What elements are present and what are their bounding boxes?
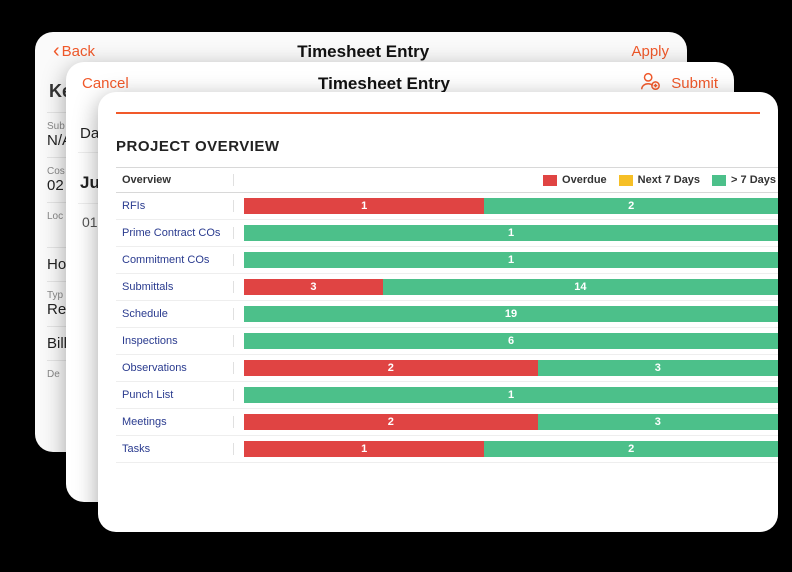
table-header: Overview Overdue Next 7 Days > 7 Days <box>116 167 778 193</box>
chart-legend: Overdue Next 7 Days > 7 Days <box>234 174 778 186</box>
back-button[interactable]: ‹ Back <box>53 40 95 63</box>
bar-container: 1 <box>234 251 778 269</box>
table-row: Observations23 <box>116 355 778 382</box>
bar-container: 6 <box>234 332 778 350</box>
bar-overdue: 1 <box>244 198 484 214</box>
table-row: Commitment COs 1 <box>116 247 778 274</box>
table-body: RFIs12Prime Contract COs1Commitment COs1… <box>116 193 778 463</box>
legend-overdue: Overdue <box>543 174 607 186</box>
category-link[interactable]: Submittals <box>116 281 234 293</box>
project-overview-card: PROJECT OVERVIEW Overview Overdue Next 7… <box>98 92 778 532</box>
table-row: Prime Contract COs 1 <box>116 220 778 247</box>
table-row: Punch List 1 <box>116 382 778 409</box>
bar-gt7: 2 <box>484 198 778 214</box>
bar-gt7: 1 <box>244 252 778 268</box>
cancel-button[interactable]: Cancel <box>82 75 129 92</box>
page-title: Timesheet Entry <box>318 74 450 94</box>
swatch-next7-icon <box>619 175 633 186</box>
bar-overdue: 2 <box>244 360 538 376</box>
page-title: Timesheet Entry <box>297 42 429 62</box>
bar-container: 23 <box>234 359 778 377</box>
submit-button[interactable]: Submit <box>671 75 718 92</box>
bar-container: 314 <box>234 278 778 296</box>
bar-gt7: 2 <box>484 441 778 457</box>
category-link[interactable]: Punch List <box>116 389 234 401</box>
swatch-overdue-icon <box>543 175 557 186</box>
table-row: RFIs12 <box>116 193 778 220</box>
legend-gt7: > 7 Days <box>712 174 776 186</box>
bar-gt7: 1 <box>244 225 778 241</box>
bar-gt7: 3 <box>538 360 778 376</box>
bar-gt7: 6 <box>244 333 778 349</box>
bar-container: 19 <box>234 305 778 323</box>
table-row: Inspections 6 <box>116 328 778 355</box>
category-link[interactable]: Inspections <box>116 335 234 347</box>
category-link[interactable]: Tasks <box>116 443 234 455</box>
bar-container: 23 <box>234 413 778 431</box>
bar-overdue: 1 <box>244 441 484 457</box>
category-link[interactable]: Prime Contract COs <box>116 227 234 239</box>
overview-table: Overview Overdue Next 7 Days > 7 Days RF… <box>116 167 778 463</box>
bar-overdue: 3 <box>244 279 383 295</box>
bar-overdue: 2 <box>244 414 538 430</box>
table-row: Schedule 19 <box>116 301 778 328</box>
apply-button[interactable]: Apply <box>631 43 669 60</box>
column-overview: Overview <box>116 174 234 186</box>
bar-container: 1 <box>234 386 778 404</box>
bar-container: 12 <box>234 440 778 458</box>
bar-gt7: 19 <box>244 306 778 322</box>
legend-next7: Next 7 Days <box>619 174 700 186</box>
category-link[interactable]: RFIs <box>116 200 234 212</box>
chevron-left-icon: ‹ <box>53 40 60 63</box>
bar-gt7: 3 <box>538 414 778 430</box>
category-link[interactable]: Schedule <box>116 308 234 320</box>
category-link[interactable]: Meetings <box>116 416 234 428</box>
swatch-gt7-icon <box>712 175 726 186</box>
category-link[interactable]: Observations <box>116 362 234 374</box>
section-title: PROJECT OVERVIEW <box>98 114 778 167</box>
bar-container: 12 <box>234 197 778 215</box>
category-link[interactable]: Commitment COs <box>116 254 234 266</box>
table-row: Tasks12 <box>116 436 778 463</box>
bar-gt7: 1 <box>244 387 778 403</box>
bar-gt7: 14 <box>383 279 778 295</box>
back-label: Back <box>62 43 95 60</box>
table-row: Meetings23 <box>116 409 778 436</box>
bar-container: 1 <box>234 224 778 242</box>
table-row: Submittals314 <box>116 274 778 301</box>
